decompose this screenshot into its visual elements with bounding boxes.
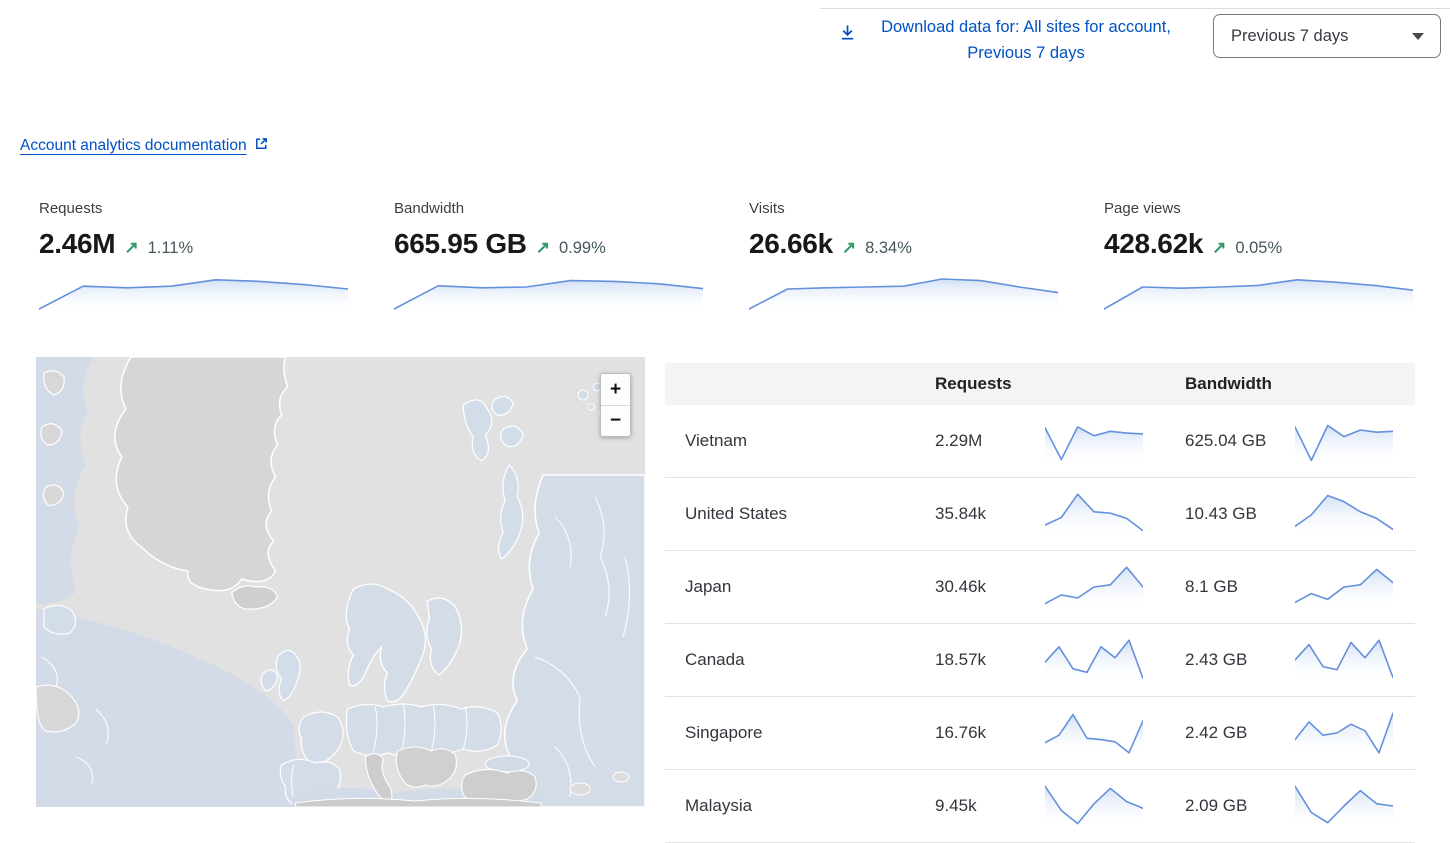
stat-label: Page views: [1104, 200, 1413, 217]
stat-label: Bandwidth: [394, 200, 703, 217]
table-row: Canada 18.57k 2.43 GB: [665, 624, 1415, 697]
stat-card-requests: Requests 2.46M ↗ 1.11%: [39, 200, 348, 313]
stat-sparkline: [394, 269, 703, 313]
stat-card-visits: Visits 26.66k ↗ 8.34%: [749, 200, 1058, 313]
stat-sparkline: [1104, 269, 1413, 313]
world-map-graphic: [36, 357, 645, 807]
world-map[interactable]: + −: [36, 357, 645, 807]
requests-sparkline: [1045, 563, 1143, 611]
bandwidth-sparkline: [1295, 563, 1393, 611]
bandwidth-value: 10.43 GB: [1165, 504, 1295, 524]
trend-up-icon: ↗: [842, 238, 856, 258]
account-analytics-doc-link[interactable]: Account analytics documentation: [20, 136, 269, 156]
table-header: Requests Bandwidth: [665, 363, 1415, 405]
bandwidth-sparkline: [1295, 782, 1393, 830]
stat-value: 665.95 GB: [394, 228, 527, 260]
stat-sparkline: [749, 269, 1058, 313]
bandwidth-sparkline: [1295, 490, 1393, 538]
stat-card-page-views: Page views 428.62k ↗ 0.05%: [1104, 200, 1413, 313]
download-data-label: Download data for: All sites for account…: [867, 14, 1185, 66]
requests-value: 2.29M: [915, 431, 1045, 451]
stat-delta: 1.11%: [148, 239, 194, 258]
stat-delta: 0.05%: [1235, 239, 1282, 258]
bandwidth-value: 2.09 GB: [1165, 796, 1295, 816]
stat-value: 428.62k: [1104, 228, 1203, 260]
bandwidth-value: 2.43 GB: [1165, 650, 1295, 670]
requests-value: 35.84k: [915, 504, 1045, 524]
date-range-value: Previous 7 days: [1231, 27, 1348, 46]
overview-stat-cards: Requests 2.46M ↗ 1.11% Bandwidth 665.95 …: [39, 200, 1413, 313]
chevron-down-icon: [1412, 33, 1424, 40]
stat-label: Requests: [39, 200, 348, 217]
stat-sparkline: [39, 269, 348, 313]
bandwidth-value: 625.04 GB: [1165, 431, 1295, 451]
country-name: Malaysia: [665, 796, 915, 816]
bandwidth-sparkline: [1295, 417, 1393, 465]
stat-delta: 8.34%: [865, 239, 912, 258]
requests-sparkline: [1045, 636, 1143, 684]
stat-card-bandwidth: Bandwidth 665.95 GB ↗ 0.99%: [394, 200, 703, 313]
top-bar: Download data for: All sites for account…: [820, 8, 1450, 66]
column-header-bandwidth: Bandwidth: [1165, 374, 1295, 394]
country-analytics-table: Requests Bandwidth Vietnam 2.29M 625.04 …: [665, 363, 1415, 843]
bandwidth-value: 2.42 GB: [1165, 723, 1295, 743]
requests-value: 30.46k: [915, 577, 1045, 597]
table-row: Singapore 16.76k 2.42 GB: [665, 697, 1415, 770]
map-zoom-in-button[interactable]: +: [601, 374, 630, 405]
trend-up-icon: ↗: [124, 238, 138, 258]
table-row: Vietnam 2.29M 625.04 GB: [665, 405, 1415, 478]
bandwidth-sparkline: [1295, 636, 1393, 684]
stat-value: 2.46M: [39, 228, 115, 260]
trend-up-icon: ↗: [1212, 238, 1226, 258]
requests-value: 18.57k: [915, 650, 1045, 670]
bandwidth-value: 8.1 GB: [1165, 577, 1295, 597]
stat-value: 26.66k: [749, 228, 833, 260]
download-icon: [838, 23, 857, 47]
trend-up-icon: ↗: [536, 238, 550, 258]
requests-value: 16.76k: [915, 723, 1045, 743]
stat-label: Visits: [749, 200, 1058, 217]
requests-sparkline: [1045, 782, 1143, 830]
map-zoom-out-button[interactable]: −: [601, 405, 630, 436]
bandwidth-sparkline: [1295, 709, 1393, 757]
country-name: Canada: [665, 650, 915, 670]
stat-delta: 0.99%: [559, 239, 606, 258]
table-row: Japan 30.46k 8.1 GB: [665, 551, 1415, 624]
requests-sparkline: [1045, 490, 1143, 538]
column-header-requests: Requests: [915, 374, 1045, 394]
country-name: United States: [665, 504, 915, 524]
requests-sparkline: [1045, 417, 1143, 465]
map-zoom-control: + −: [600, 373, 631, 437]
country-name: Vietnam: [665, 431, 915, 451]
requests-value: 9.45k: [915, 796, 1045, 816]
country-name: Singapore: [665, 723, 915, 743]
doc-link-label: Account analytics documentation: [20, 137, 247, 155]
date-range-select[interactable]: Previous 7 days: [1213, 14, 1441, 58]
download-data-link[interactable]: Download data for: All sites for account…: [838, 14, 1185, 66]
table-row: United States 35.84k 10.43 GB: [665, 478, 1415, 551]
requests-sparkline: [1045, 709, 1143, 757]
country-name: Japan: [665, 577, 915, 597]
external-link-icon: [254, 136, 269, 156]
